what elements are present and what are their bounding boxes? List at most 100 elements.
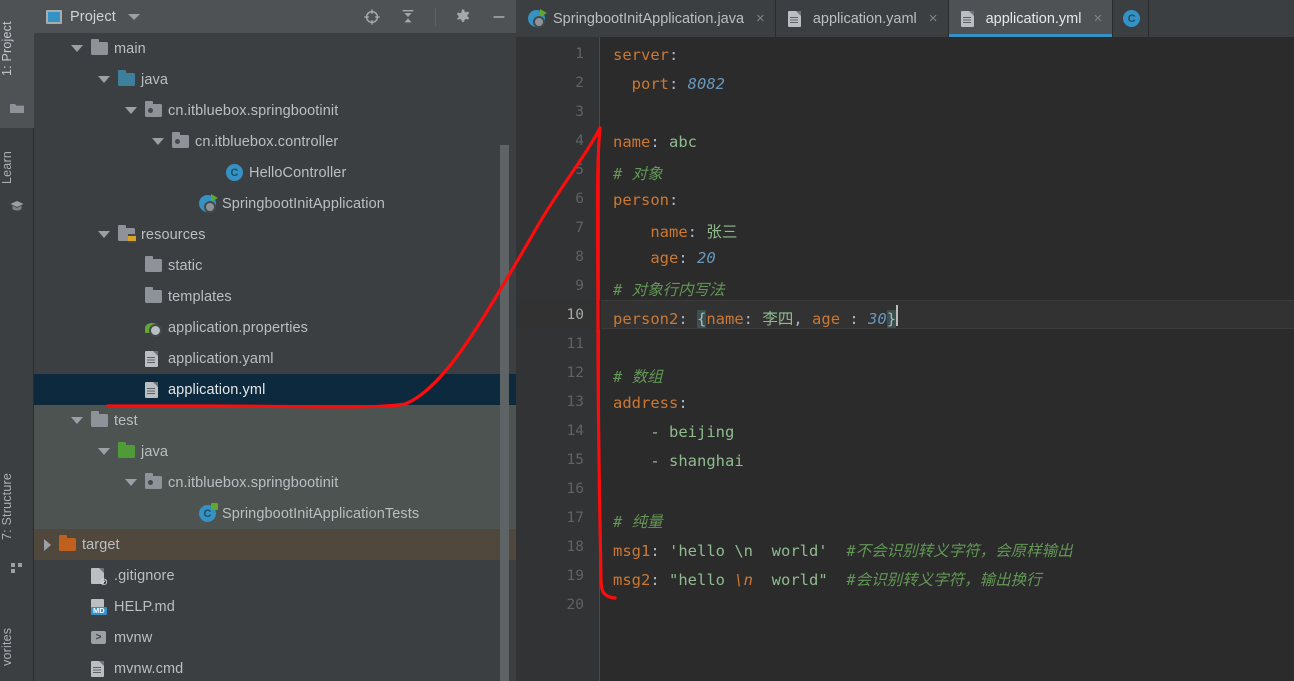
tree-row-mvnw[interactable]: > mvnw bbox=[34, 622, 516, 653]
tree-row-cn-itbluebox-springbootinit[interactable]: cn.itbluebox.springbootinit bbox=[34, 467, 516, 498]
java-class-icon-icon: C bbox=[226, 164, 243, 181]
code-line: - shanghai bbox=[613, 452, 743, 470]
tree-row-hellocontroller[interactable]: C HelloController bbox=[34, 157, 516, 188]
line-number: 7 bbox=[575, 220, 584, 236]
tree-row-label: test bbox=[114, 412, 138, 429]
shell-script-icon-icon: > bbox=[91, 629, 108, 646]
chevron-down-icon[interactable] bbox=[71, 45, 83, 52]
text-caret bbox=[896, 305, 899, 326]
chevron-down-icon[interactable] bbox=[71, 417, 83, 424]
code-token: address bbox=[613, 394, 679, 412]
minimize-icon[interactable] bbox=[490, 8, 508, 26]
java-test-class-icon-icon: C bbox=[199, 505, 216, 522]
tree-row-help-md[interactable]: HELP.md bbox=[34, 591, 516, 622]
tree-row-gitignore[interactable]: .gitignore bbox=[34, 560, 516, 591]
editor-tab-application-yml[interactable]: application.yml × bbox=[948, 0, 1114, 37]
tree-row-springbootinitapplication[interactable]: SpringbootInitApplication bbox=[34, 188, 516, 219]
tree-row-application-yml[interactable]: application.yml bbox=[34, 374, 516, 405]
tree-row-mvnw-cmd[interactable]: mvnw.cmd bbox=[34, 653, 516, 681]
chevron-down-icon[interactable] bbox=[127, 13, 140, 20]
select-opened-file-icon[interactable] bbox=[363, 8, 381, 26]
tree-row-java[interactable]: java bbox=[34, 436, 516, 467]
project-panel-toolbar bbox=[363, 0, 508, 33]
code-token: #会识别转义字符，输出换行 bbox=[846, 571, 1042, 589]
project-tree[interactable]: main java cn.itbluebox.springbootinit cn.it… bbox=[34, 33, 516, 681]
code-token: : bbox=[743, 310, 763, 328]
code-line: name: abc bbox=[613, 133, 697, 151]
folder-green-icon bbox=[118, 442, 135, 460]
tree-row-test[interactable]: test bbox=[34, 405, 516, 436]
chevron-down-icon[interactable] bbox=[125, 107, 137, 114]
tree-row-static[interactable]: static bbox=[34, 250, 516, 281]
line-number: 6 bbox=[575, 191, 584, 207]
stripe-button-project[interactable]: 1: Project bbox=[0, 6, 34, 92]
line-number: 2 bbox=[575, 75, 584, 91]
line-number: 15 bbox=[566, 452, 584, 468]
chevron-down-icon[interactable] bbox=[98, 448, 110, 455]
close-icon[interactable]: × bbox=[756, 10, 765, 27]
tree-row-resources[interactable]: resources bbox=[34, 219, 516, 250]
tree-row-label: main bbox=[114, 40, 146, 57]
close-icon[interactable]: × bbox=[1093, 10, 1102, 27]
tree-row-cn-itbluebox-springbootinit[interactable]: cn.itbluebox.springbootinit bbox=[34, 95, 516, 126]
chevron-down-icon[interactable] bbox=[125, 479, 137, 486]
code-token: 李四 bbox=[762, 310, 794, 328]
code-token: port bbox=[631, 75, 669, 93]
tree-row-java[interactable]: java bbox=[34, 64, 516, 95]
code-token: , bbox=[793, 310, 813, 328]
yaml-file-icon-icon bbox=[960, 10, 978, 27]
tree-row-label: application.properties bbox=[168, 319, 309, 336]
code-line: address: bbox=[613, 394, 688, 412]
close-icon[interactable]: × bbox=[929, 10, 938, 27]
editor-code-area[interactable]: server: port: 8082 name: abc # 对象 person: n… bbox=[601, 37, 1294, 681]
editor-tab-springbootinitapplication-java[interactable]: SpringbootInitApplication.java × bbox=[516, 0, 776, 37]
code-line: name: 张三 bbox=[613, 220, 737, 242]
tree-row-springbootinitapplicationtests[interactable]: C SpringbootInitApplicationTests bbox=[34, 498, 516, 529]
code-token: 'hello \n world' bbox=[669, 542, 828, 560]
stripe-button-favorites[interactable]: vorites bbox=[0, 608, 34, 681]
tree-row-label: cn.itbluebox.controller bbox=[195, 133, 339, 150]
code-token: world" bbox=[753, 571, 828, 589]
chevron-down-icon[interactable] bbox=[98, 231, 110, 238]
code-line: server: bbox=[613, 46, 678, 64]
code-token: - bbox=[650, 452, 669, 470]
code-token: } bbox=[886, 310, 897, 328]
tree-row-application-yaml[interactable]: application.yaml bbox=[34, 343, 516, 374]
code-token: person2 bbox=[613, 310, 679, 328]
line-number: 19 bbox=[566, 568, 584, 584]
tree-row-cn-itbluebox-controller[interactable]: cn.itbluebox.controller bbox=[34, 126, 516, 157]
tree-row-main[interactable]: main bbox=[34, 33, 516, 64]
chevron-down-icon[interactable] bbox=[98, 76, 110, 83]
gear-icon[interactable] bbox=[454, 8, 472, 26]
editor-gutter[interactable]: 1 2 3 4 5 6 7 8 9 10 11 12 13 14 15 16 17 18 19 20 bbox=[516, 37, 600, 681]
code-token: : bbox=[669, 75, 688, 93]
editor-tab-application-yaml[interactable]: application.yaml × bbox=[776, 0, 949, 37]
stripe-button-learn[interactable]: Learn bbox=[0, 138, 34, 198]
folder-gray-icon bbox=[91, 411, 108, 429]
code-line: person: bbox=[613, 191, 678, 209]
tree-row-target[interactable]: target bbox=[34, 529, 516, 560]
line-number: 9 bbox=[575, 278, 584, 294]
collapse-all-icon[interactable] bbox=[399, 8, 417, 26]
tree-row-label: cn.itbluebox.springbootinit bbox=[168, 102, 339, 119]
code-token: 20 bbox=[697, 249, 716, 267]
project-tree-scrollbar[interactable] bbox=[500, 145, 509, 681]
chevron-right-icon[interactable] bbox=[44, 538, 51, 551]
chevron-down-icon[interactable] bbox=[152, 138, 164, 145]
code-token: : bbox=[840, 310, 869, 328]
intellij-window: 1: Project Learn 7: Structure vorites Pr… bbox=[0, 0, 1294, 681]
code-token: : bbox=[650, 542, 669, 560]
code-token: # 数组 bbox=[613, 368, 663, 386]
line-number: 11 bbox=[566, 336, 584, 352]
editor-tab-overflow[interactable]: C bbox=[1113, 0, 1150, 37]
tree-row-templates[interactable]: templates bbox=[34, 281, 516, 312]
tree-row-application-properties[interactable]: application.properties bbox=[34, 312, 516, 343]
line-number: 16 bbox=[566, 481, 584, 497]
editor-tab-bar[interactable]: SpringbootInitApplication.java × applicati… bbox=[516, 0, 1294, 37]
stripe-button-structure[interactable]: 7: Structure bbox=[0, 460, 34, 552]
markdown-file-icon-icon bbox=[91, 598, 108, 615]
